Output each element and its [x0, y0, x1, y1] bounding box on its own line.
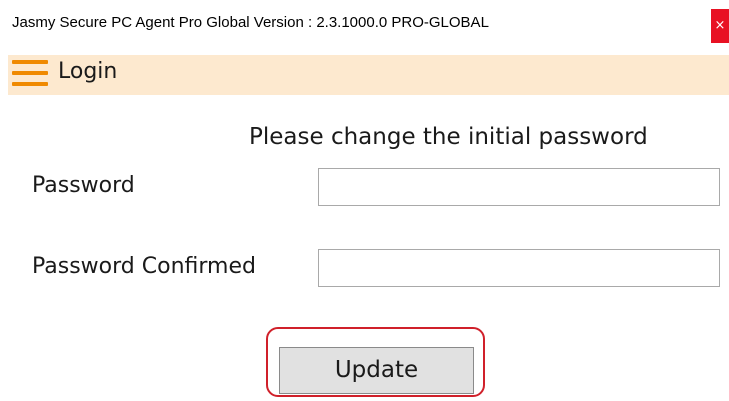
close-button[interactable]: × — [711, 9, 729, 43]
password-label: Password — [32, 173, 135, 198]
menu-line — [12, 60, 48, 64]
app-window: Jasmy Secure PC Agent Pro Global Version… — [0, 0, 729, 401]
menu-line — [12, 82, 48, 86]
password-confirmed-label: Password Confirmed — [32, 254, 256, 279]
password-confirmed-field[interactable] — [318, 249, 720, 287]
form-heading: Please change the initial password — [249, 124, 648, 150]
password-field[interactable] — [318, 168, 720, 206]
header-bar: Login — [8, 55, 729, 95]
window-title: Jasmy Secure PC Agent Pro Global Version… — [12, 14, 489, 31]
page-title: Login — [58, 59, 118, 84]
hamburger-menu-icon[interactable] — [12, 57, 48, 89]
menu-line — [12, 71, 48, 75]
update-button[interactable]: Update — [279, 347, 474, 394]
title-bar: Jasmy Secure PC Agent Pro Global Version… — [0, 0, 729, 50]
